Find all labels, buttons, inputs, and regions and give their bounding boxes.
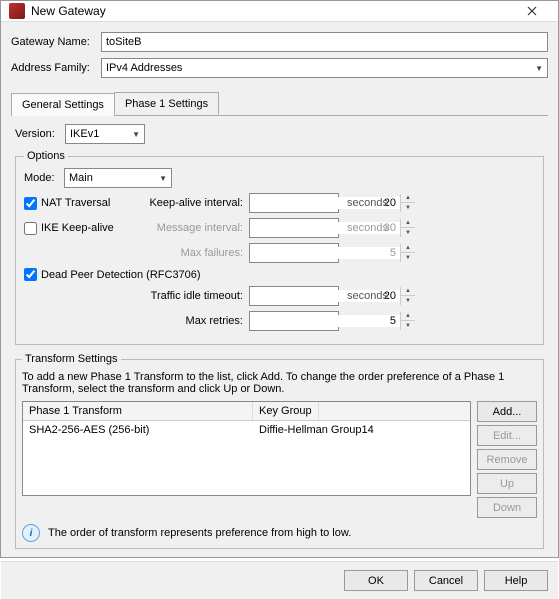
spinner-buttons[interactable]: ▲▼ <box>400 244 415 262</box>
address-family-select[interactable]: IPv4 Addresses ▼ <box>101 58 548 78</box>
cell-keygroup: Diffie-Hellman Group14 <box>253 421 380 439</box>
col-header-transform: Phase 1 Transform <box>23 402 253 420</box>
chevron-down-icon: ▼ <box>535 64 543 73</box>
address-family-value: IPv4 Addresses <box>106 62 182 74</box>
max-retries-input[interactable] <box>250 315 400 327</box>
traffic-idle-row: Traffic idle timeout: ▲▼ seconds <box>24 286 535 306</box>
keepalive-interval-label: Keep-alive interval: <box>139 197 249 209</box>
spin-up-icon[interactable]: ▲ <box>401 287 415 296</box>
mode-select[interactable]: Main ▼ <box>64 168 172 188</box>
keepalive-interval-spinner[interactable]: ▲▼ <box>249 193 339 213</box>
gateway-name-label: Gateway Name: <box>11 36 101 48</box>
chevron-down-icon: ▼ <box>132 130 140 139</box>
max-failures-spinner[interactable]: ▲▼ <box>249 243 339 263</box>
max-failures-input[interactable] <box>250 247 400 259</box>
spin-down-icon[interactable]: ▼ <box>401 253 415 262</box>
transform-fieldset: Transform Settings To add a new Phase 1 … <box>15 353 544 549</box>
tab-general-settings[interactable]: General Settings <box>11 93 115 116</box>
seconds-label: seconds <box>339 290 388 302</box>
spinner-buttons[interactable]: ▲▼ <box>400 219 415 237</box>
spin-up-icon[interactable]: ▲ <box>401 244 415 253</box>
dpd-row: Dead Peer Detection (RFC3706) <box>24 268 535 281</box>
table-row[interactable]: SHA2-256-AES (256-bit) Diffie-Hellman Gr… <box>23 421 470 439</box>
spin-down-icon[interactable]: ▼ <box>401 203 415 212</box>
transform-table[interactable]: Phase 1 Transform Key Group SHA2-256-AES… <box>22 401 471 496</box>
spin-up-icon[interactable]: ▲ <box>401 312 415 321</box>
gateway-name-input[interactable] <box>101 32 548 52</box>
edit-button[interactable]: Edit... <box>477 425 537 446</box>
spinner-buttons[interactable]: ▲▼ <box>400 194 415 212</box>
close-button[interactable] <box>514 1 550 21</box>
tab-strip: General Settings Phase 1 Settings <box>11 92 548 116</box>
spinner-buttons[interactable]: ▲▼ <box>400 312 415 330</box>
ike-row: IKE Keep-alive Message interval: ▲▼ seco… <box>24 218 535 238</box>
traffic-idle-label: Traffic idle timeout: <box>139 290 249 302</box>
help-button[interactable]: Help <box>484 570 548 591</box>
gateway-name-row: Gateway Name: <box>11 32 548 52</box>
col-header-keygroup: Key Group <box>253 402 319 420</box>
options-fieldset: Options Mode: Main ▼ NAT Traversal Keep-… <box>15 150 544 345</box>
cancel-button[interactable]: Cancel <box>414 570 478 591</box>
app-icon <box>9 3 25 19</box>
mode-label: Mode: <box>24 172 64 184</box>
max-retries-spinner[interactable]: ▲▼ <box>249 311 339 331</box>
chevron-down-icon: ▼ <box>159 174 167 183</box>
address-family-label: Address Family: <box>11 62 101 74</box>
address-family-row: Address Family: IPv4 Addresses ▼ <box>11 58 548 78</box>
content-area: Gateway Name: Address Family: IPv4 Addre… <box>1 22 558 561</box>
add-button[interactable]: Add... <box>477 401 537 422</box>
spin-up-icon[interactable]: ▲ <box>401 194 415 203</box>
message-interval-spinner[interactable]: ▲▼ <box>249 218 339 238</box>
spin-down-icon[interactable]: ▼ <box>401 321 415 330</box>
max-retries-row: Max retries: ▲▼ <box>24 311 535 331</box>
nat-traversal-label: NAT Traversal <box>41 197 110 209</box>
transform-body: Phase 1 Transform Key Group SHA2-256-AES… <box>22 401 537 518</box>
dialog-footer: OK Cancel Help <box>1 561 558 599</box>
transform-buttons: Add... Edit... Remove Up Down <box>477 401 537 518</box>
max-failures-label: Max failures: <box>139 247 249 259</box>
maxfail-row: Max failures: ▲▼ <box>24 243 535 263</box>
ike-keepalive-checkbox[interactable] <box>24 222 37 235</box>
version-row: Version: IKEv1 ▼ <box>15 124 544 144</box>
version-label: Version: <box>15 128 65 140</box>
dialog-window: New Gateway Gateway Name: Address Family… <box>0 0 559 558</box>
spin-up-icon[interactable]: ▲ <box>401 219 415 228</box>
info-row: i The order of transform represents pref… <box>22 524 537 542</box>
dpd-label: Dead Peer Detection (RFC3706) <box>41 269 201 281</box>
spin-down-icon[interactable]: ▼ <box>401 228 415 237</box>
mode-row: Mode: Main ▼ <box>24 168 535 188</box>
nat-row: NAT Traversal Keep-alive interval: ▲▼ se… <box>24 193 535 213</box>
window-title: New Gateway <box>31 4 514 18</box>
down-button[interactable]: Down <box>477 497 537 518</box>
version-select[interactable]: IKEv1 ▼ <box>65 124 145 144</box>
dpd-checkbox[interactable] <box>24 268 37 281</box>
ok-button[interactable]: OK <box>344 570 408 591</box>
traffic-idle-spinner[interactable]: ▲▼ <box>249 286 339 306</box>
titlebar: New Gateway <box>1 1 558 22</box>
spinner-buttons[interactable]: ▲▼ <box>400 287 415 305</box>
close-icon <box>527 6 537 16</box>
phase1-panel: Version: IKEv1 ▼ Options Mode: Main ▼ <box>11 116 548 561</box>
nat-traversal-checkbox[interactable] <box>24 197 37 210</box>
up-button[interactable]: Up <box>477 473 537 494</box>
ike-keepalive-label: IKE Keep-alive <box>41 222 114 234</box>
remove-button[interactable]: Remove <box>477 449 537 470</box>
version-value: IKEv1 <box>70 128 99 140</box>
transform-legend: Transform Settings <box>22 353 121 365</box>
tab-phase1-settings[interactable]: Phase 1 Settings <box>114 92 219 115</box>
seconds-label: seconds <box>339 197 388 209</box>
mode-value: Main <box>69 172 93 184</box>
options-legend: Options <box>24 150 68 162</box>
info-icon: i <box>22 524 40 542</box>
spin-down-icon[interactable]: ▼ <box>401 296 415 305</box>
table-header: Phase 1 Transform Key Group <box>23 402 470 421</box>
max-retries-label: Max retries: <box>139 315 249 327</box>
transform-description: To add a new Phase 1 Transform to the li… <box>22 371 537 395</box>
seconds-label: seconds <box>339 222 388 234</box>
message-interval-label: Message interval: <box>139 222 249 234</box>
info-text: The order of transform represents prefer… <box>48 527 351 539</box>
cell-transform: SHA2-256-AES (256-bit) <box>23 421 253 439</box>
